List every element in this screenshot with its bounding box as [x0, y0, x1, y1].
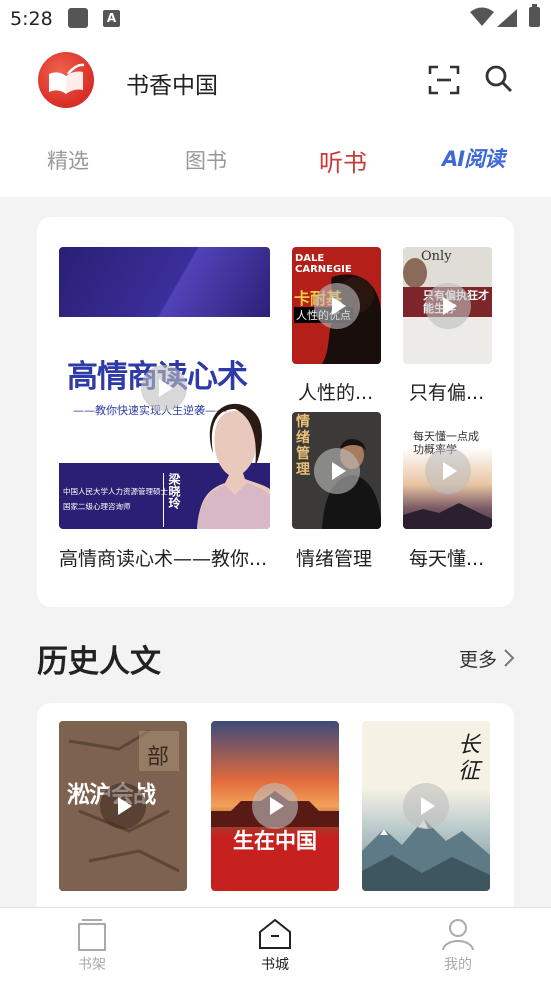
book-label[interactable]: 每天懂...	[409, 544, 484, 571]
bookshelf-icon	[78, 919, 106, 951]
more-link[interactable]: 更多	[459, 645, 497, 672]
nav-label: 我的	[444, 957, 472, 973]
status-bar: 5:28 A	[0, 0, 551, 38]
app-logo	[38, 52, 94, 108]
tab-featured[interactable]: 精选	[47, 145, 89, 175]
featured-main-cover[interactable]: 高情商读心术 ——教你快速实现人生逆袭—— 中国人民大学人力资源管理硕士 国家二…	[59, 247, 270, 529]
nav-label: 书架	[78, 957, 106, 973]
keyboard-notification-icon: A	[103, 10, 120, 27]
play-icon	[403, 783, 449, 829]
nav-label: 书城	[261, 957, 289, 973]
play-icon	[425, 448, 471, 494]
user-icon	[442, 919, 474, 951]
nav-bookshelf[interactable]: 书架	[32, 908, 152, 981]
search-icon[interactable]	[484, 64, 514, 94]
landscape	[403, 503, 492, 529]
bottom-navigation: 书架 书城 我的	[0, 907, 551, 981]
history-card: 部 淞沪会战 生在中国 长征	[37, 703, 514, 913]
tab-ai-reading[interactable]: AI阅读	[442, 143, 505, 173]
cover-person-name: 梁晓玲	[163, 473, 183, 527]
section-title-history: 历史人文	[37, 644, 161, 680]
signal-icon	[497, 9, 517, 27]
book-label[interactable]: 人性的...	[298, 378, 373, 405]
tab-audiobooks[interactable]: 听书	[319, 143, 367, 178]
battery-icon	[529, 4, 540, 27]
book-cover[interactable]: 生在中国	[211, 721, 339, 891]
chevron-right-icon[interactable]	[503, 648, 515, 668]
app-header: 书香中国	[0, 38, 551, 123]
notification-icon	[68, 8, 88, 28]
play-icon	[314, 283, 360, 329]
play-icon	[100, 783, 146, 829]
tab-books[interactable]: 图书	[185, 145, 227, 175]
app-title: 书香中国	[126, 73, 218, 99]
home-icon	[259, 918, 291, 949]
play-icon	[141, 365, 187, 411]
scan-icon[interactable]	[428, 64, 460, 96]
play-icon	[425, 283, 471, 329]
featured-card: 高情商读心术 ——教你快速实现人生逆袭—— 中国人民大学人力资源管理硕士 国家二…	[37, 217, 514, 607]
book-label[interactable]: 只有偏...	[409, 378, 484, 405]
book-label[interactable]: 情绪管理	[296, 544, 372, 571]
category-tabs: 精选 图书 听书 AI阅读	[0, 123, 551, 197]
play-icon	[252, 783, 298, 829]
book-cover[interactable]: 情绪管理	[292, 412, 381, 529]
nav-bookstore[interactable]: 书城	[215, 908, 335, 981]
book-cover[interactable]: Only 只有偏执狂才能生存	[403, 247, 492, 364]
book-cover[interactable]: 长征	[362, 721, 490, 891]
speaker-photo	[197, 403, 270, 529]
featured-main-label[interactable]: 高情商读心术——教你...	[59, 544, 267, 571]
wifi-icon	[470, 7, 494, 26]
book-logo-icon	[49, 63, 85, 94]
status-time: 5:28	[10, 8, 53, 30]
nav-profile[interactable]: 我的	[398, 908, 518, 981]
book-cover[interactable]: 每天懂一点成功概率学	[403, 412, 492, 529]
cover-person-info: 中国人民大学人力资源管理硕士 国家二级心理咨询师	[63, 487, 168, 511]
book-cover[interactable]: 部 淞沪会战	[59, 721, 187, 891]
play-icon	[314, 448, 360, 494]
book-cover[interactable]: DALE CARNEGIE 卡耐基 人性的优点	[292, 247, 381, 364]
